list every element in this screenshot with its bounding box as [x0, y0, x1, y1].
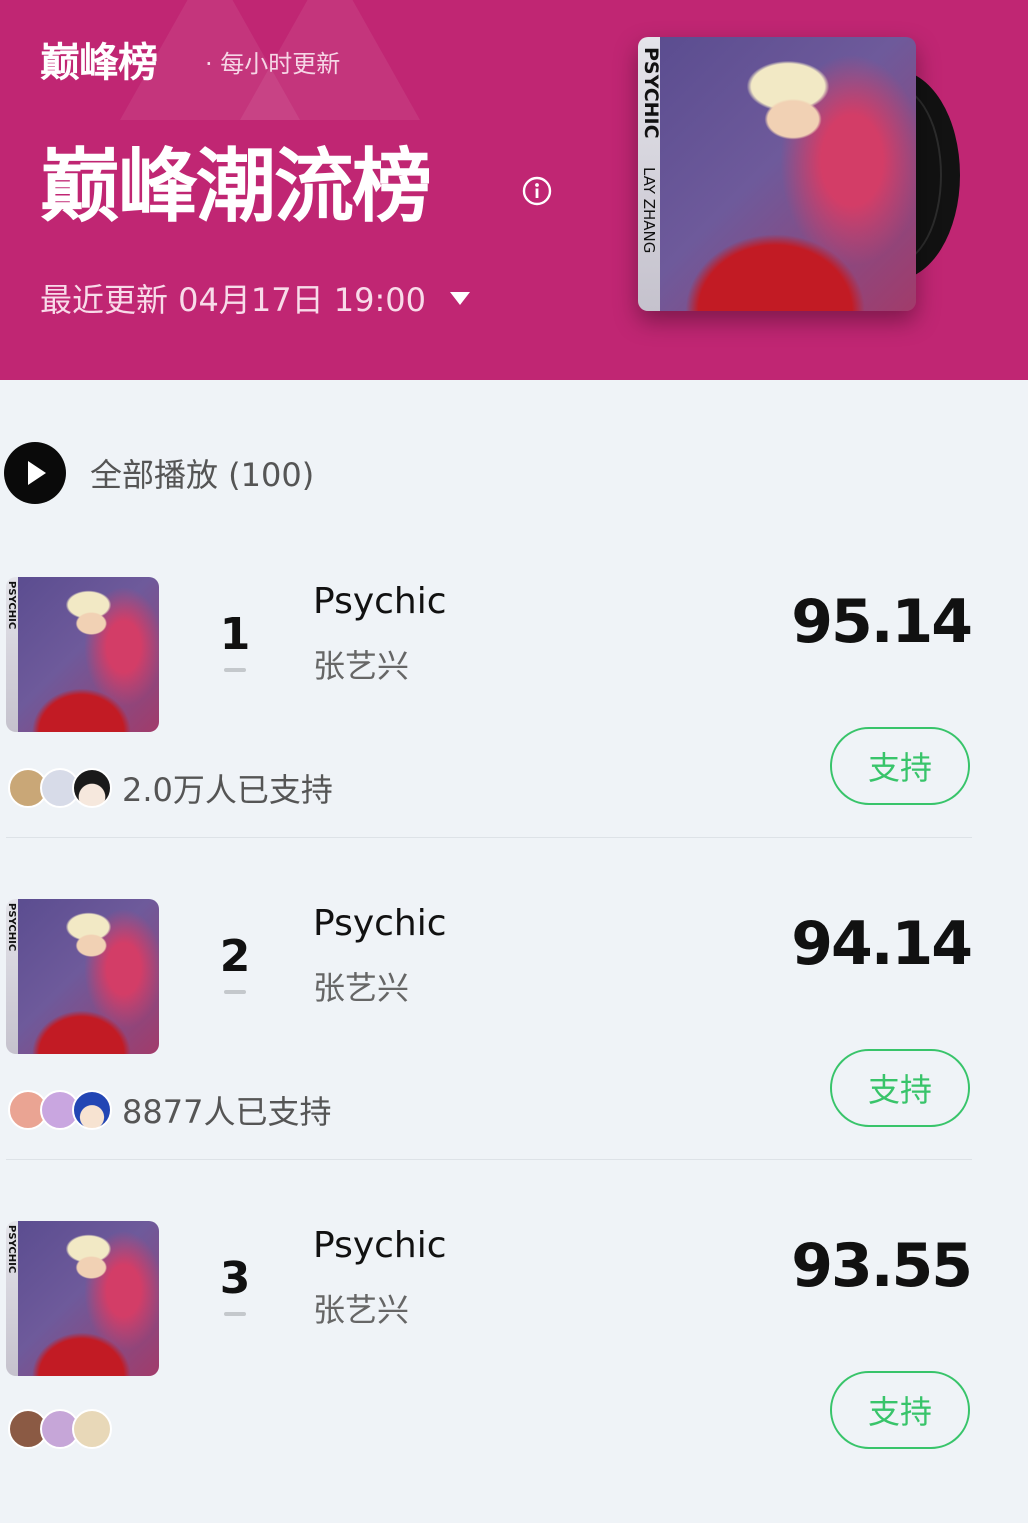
play-icon[interactable]	[4, 442, 66, 504]
song-title[interactable]: Psychic	[313, 1225, 447, 1266]
supporters-row: 2.0万人已支持	[8, 765, 333, 811]
song-title[interactable]: Psychic	[313, 903, 447, 944]
score: 95.14	[791, 587, 973, 657]
cover-title: PSYCHIC	[6, 1225, 17, 1274]
rank-unchanged-icon	[224, 1312, 246, 1316]
support-button[interactable]: 支持	[830, 727, 970, 805]
divider	[6, 1159, 972, 1160]
artist-name[interactable]: 张艺兴	[313, 641, 409, 687]
cover-spine: PSYCHIC	[6, 899, 18, 1054]
supporter-avatars	[8, 1409, 112, 1449]
cover-title: PSYCHIC	[6, 581, 17, 630]
supporter-avatars	[8, 1090, 112, 1130]
rank-number: 3	[219, 1253, 251, 1304]
support-button[interactable]: 支持	[830, 1049, 970, 1127]
play-all-label: 全部播放 (100)	[90, 456, 315, 494]
artist-name[interactable]: 张艺兴	[313, 1285, 409, 1331]
rank-item[interactable]: PSYCHIC 2 Psychic 张艺兴 94.14 8877人已支持 支持	[0, 879, 1028, 1201]
chart-cover[interactable]: PSYCHIC LAY ZHANG	[638, 37, 916, 311]
cover-artist: LAY ZHANG	[640, 167, 658, 254]
brand-logo: 巅峰榜	[40, 40, 158, 86]
support-count: 8877人已支持	[122, 1093, 332, 1131]
support-button[interactable]: 支持	[830, 1371, 970, 1449]
play-all-button[interactable]: 全部播放 (100)	[4, 442, 314, 504]
avatar	[72, 1090, 112, 1130]
rank-unchanged-icon	[224, 990, 246, 994]
cover-title: PSYCHIC	[6, 903, 17, 952]
avatar	[72, 1409, 112, 1449]
update-time-selector[interactable]: 最近更新 04月17日 19:00	[40, 275, 471, 321]
rank-number: 2	[219, 931, 251, 982]
support-count: 2.0万人已支持	[122, 771, 333, 809]
update-time-label: 最近更新 04月17日 19:00	[40, 281, 427, 319]
divider	[6, 837, 972, 838]
chart-header: 巅峰榜 · 每小时更新 巅峰潮流榜 最近更新 04月17日 19:00 PSYC…	[0, 0, 1028, 380]
score: 93.55	[791, 1231, 973, 1301]
info-icon[interactable]	[522, 176, 552, 206]
score: 94.14	[791, 909, 973, 979]
caret-down-icon	[450, 291, 471, 305]
cover-title: PSYCHIC	[640, 47, 662, 139]
song-title[interactable]: Psychic	[313, 581, 447, 622]
cover-art	[18, 1221, 159, 1376]
song-cover[interactable]: PSYCHIC	[6, 899, 159, 1054]
cover-spine: PSYCHIC LAY ZHANG	[638, 37, 662, 311]
supporters-row: 8877人已支持	[8, 1087, 331, 1133]
supporter-avatars	[8, 768, 112, 808]
artist-name[interactable]: 张艺兴	[313, 963, 409, 1009]
supporters-row	[8, 1409, 122, 1449]
avatar	[72, 768, 112, 808]
rank-item[interactable]: PSYCHIC 1 Psychic 张艺兴 95.14 2.0万人已支持 支持	[0, 557, 1028, 879]
cover-art	[18, 899, 159, 1054]
rank-unchanged-icon	[224, 668, 246, 672]
cover-art	[660, 37, 916, 311]
rank-item[interactable]: PSYCHIC 3 Psychic 张艺兴 93.55 支持	[0, 1201, 1028, 1523]
update-frequency: · 每小时更新	[205, 50, 341, 78]
cover-art	[18, 577, 159, 732]
rank-number: 1	[219, 609, 251, 660]
song-cover[interactable]: PSYCHIC	[6, 577, 159, 732]
cover-spine: PSYCHIC	[6, 1221, 18, 1376]
page-title: 巅峰潮流榜	[40, 140, 432, 233]
cover-spine: PSYCHIC	[6, 577, 18, 732]
song-cover[interactable]: PSYCHIC	[6, 1221, 159, 1376]
